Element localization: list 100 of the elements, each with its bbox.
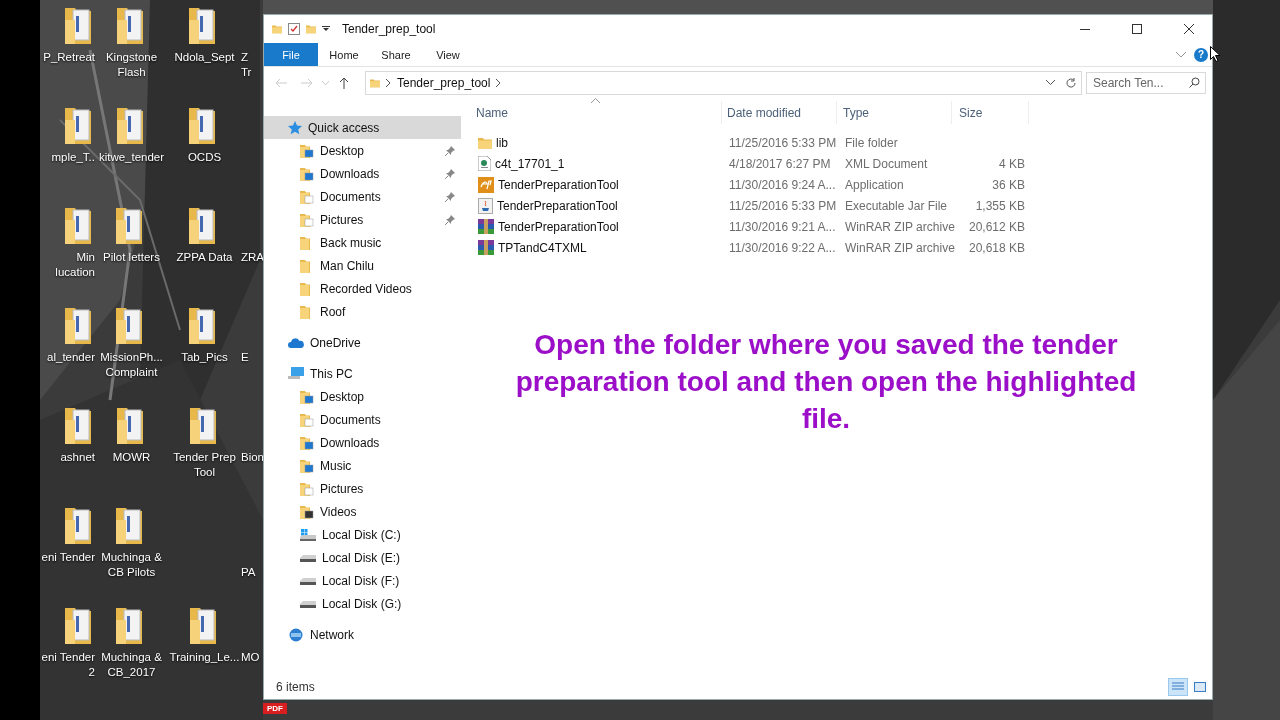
file-name[interactable]: c4t_17701_1 [495,156,565,171]
nav-item[interactable]: Local Disk (E:) [264,546,461,569]
drive-icon [300,528,316,541]
desktop-icon-label[interactable]: Bion [241,450,265,465]
desktop-icon-label[interactable]: eni Tender 2 [41,650,95,680]
nav-item[interactable]: Documents [264,185,461,208]
file-type: WinRAR ZIP archive [844,219,954,234]
search-field[interactable]: Search Ten... [1086,71,1206,94]
desktop-icon-label[interactable]: ashnet [60,450,95,465]
expand-ribbon-icon[interactable] [1176,51,1186,58]
nav-item[interactable]: Roof [264,300,461,323]
computer-icon [288,367,304,380]
cloud-icon [288,337,304,348]
sort-caret-icon [591,98,600,103]
desktop-icon-label[interactable]: ZRA [241,250,264,265]
desktop-icon-label[interactable]: Muchinga & CB Pilots [101,550,162,580]
breadcrumb[interactable]: Tender_prep_tool [397,75,491,90]
document-folder-icon [300,412,314,427]
nav-item[interactable]: Downloads [264,431,461,454]
nav-item[interactable]: Local Disk (C:) [264,523,461,546]
desktop-icon-label[interactable]: Pilot letters [103,250,160,265]
nav-item[interactable]: Network [264,623,461,646]
dropdown-icon[interactable] [1046,80,1055,85]
desktop-icon-label[interactable]: E [241,350,249,365]
nav-item[interactable]: Local Disk (G:) [264,592,461,615]
desktop-icon-label[interactable]: P_Retreat [43,50,95,65]
properties-icon[interactable] [288,23,300,35]
file-type: Application [844,177,905,192]
file-name[interactable]: TenderPreparationTool [498,177,619,192]
file-name[interactable]: TPTandC4TXML [498,240,587,255]
video-folder-icon [300,504,314,519]
nav-item[interactable]: Pictures [264,477,461,500]
nav-item[interactable]: Desktop [264,139,461,162]
nav-item[interactable]: Quick access [264,116,461,139]
nav-item[interactable]: Recorded Videos [264,277,461,300]
nav-item[interactable]: OneDrive [264,331,461,354]
desktop-icon-label[interactable]: Tab_Pics [181,350,228,365]
chevron-icon [496,78,502,87]
file-size: 20,612 KB [967,219,1025,234]
desktop-icon-label[interactable]: Training_Le... [169,650,240,665]
nav-item[interactable]: Back music [264,231,461,254]
desktop-icon-label[interactable]: PA [241,550,256,580]
desktop-icon-label[interactable]: eni Tender [41,550,95,565]
ribbon-tab[interactable]: Share [370,43,422,66]
window-title: Tender_prep_tool [342,22,436,36]
folder-icon [370,76,380,89]
desktop-icon-label[interactable]: mple_T.. [51,150,95,165]
desktop-icon-label[interactable]: Tender Prep Tool [173,450,236,480]
desktop-icon-label[interactable]: al_tender [47,350,95,365]
search-icon [1189,76,1200,88]
desktop-icon-label[interactable]: MO [241,650,260,665]
file-type: Executable Jar File [844,198,949,213]
desktop-icon-label[interactable]: Z Tr [241,50,252,80]
file-date: 11/25/2016 5:33 PM [728,135,838,150]
drive-icon [300,553,316,562]
ribbon-tab[interactable]: File [264,43,318,66]
refresh-icon[interactable] [1065,76,1077,89]
folder-icon [478,136,492,149]
caret-icon[interactable] [322,26,330,32]
file-date: 11/30/2016 9:21 A... [728,219,837,234]
pdf-badge: PDF [263,703,287,714]
file-size: 4 KB [998,156,1025,171]
ribbon-tab[interactable]: Home [318,43,370,66]
desktop-icon-label[interactable]: ZPPA Data [176,250,233,265]
desktop-icon-label[interactable]: kitwe_tender [98,150,165,165]
nav-item[interactable]: Music [264,454,461,477]
desktop-icon-label[interactable]: MissionPh... Complaint [100,350,163,380]
archive-icon [478,219,494,234]
nav-item[interactable]: Pictures [264,208,461,231]
file-name[interactable]: TenderPreparationTool [498,219,619,234]
download-folder-icon [300,435,314,450]
desktop-icon-label[interactable]: MOWR [112,450,151,465]
desktop-icon-label[interactable]: OCDS [187,150,222,165]
picture-folder-icon [300,212,314,227]
nav-item[interactable]: Documents [264,408,461,431]
nav-item[interactable]: Desktop [264,385,461,408]
column-header[interactable]: Size [952,101,1029,124]
large-icons-icon [1194,682,1206,692]
desktop-icon-label[interactable]: Muchinga & CB_2017 [101,650,162,680]
nav-item[interactable]: Videos [264,500,461,523]
desktop-icon-label[interactable]: Kingstone Flash [105,50,158,80]
address-bar[interactable]: Tender_prep_tool [365,70,1082,95]
up-arrow-icon [339,76,349,89]
file-size: 36 KB [991,177,1025,192]
file-name[interactable]: TenderPreparationTool [497,198,618,213]
help-button[interactable]: ? [1194,47,1208,62]
desktop-icon-label[interactable]: Ndola_Sept [174,50,235,65]
column-header[interactable]: Name [476,101,722,124]
nav-item[interactable]: Local Disk (F:) [264,569,461,592]
xml-file-icon [478,156,491,171]
details-view-button[interactable] [1168,678,1188,696]
nav-item[interactable]: This PC [264,362,461,385]
ribbon-tab[interactable]: View [422,43,474,66]
file-date: 11/30/2016 9:22 A... [728,240,837,255]
nav-item[interactable]: Downloads [264,162,461,185]
desktop-icon-label[interactable]: Min lucation [55,250,95,280]
column-header[interactable]: Date modified [722,101,837,124]
column-header[interactable]: Type [837,101,952,124]
nav-item[interactable]: Man Chilu [264,254,461,277]
file-name[interactable]: lib [496,135,508,150]
